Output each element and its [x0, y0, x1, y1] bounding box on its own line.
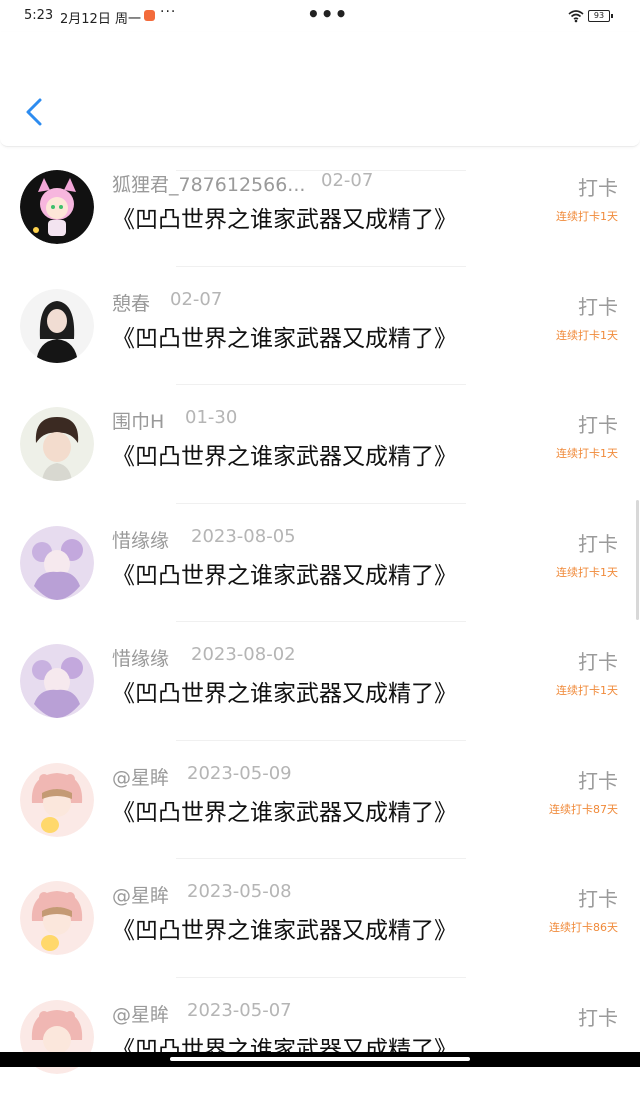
post-date: 2023-05-07: [187, 1000, 292, 1021]
window-handle-dots[interactable]: •••: [307, 2, 348, 26]
checkin-button[interactable]: 打卡: [578, 409, 618, 438]
system-nav-bar: [0, 1052, 640, 1067]
list-item[interactable]: 憩春 02-07 《凹凸世界之谁家武器又成精了》 打卡 连续打卡1天: [0, 267, 640, 386]
post-date: 2023-05-09: [187, 763, 292, 784]
streak-label: 连续打卡1天: [556, 445, 618, 461]
book-title[interactable]: 《凹凸世界之谁家武器又成精了》: [112, 319, 457, 353]
checkin-button[interactable]: 打卡: [578, 1002, 618, 1031]
post-date: 2023-08-05: [191, 526, 296, 547]
streak-label: 连续打卡1天: [556, 564, 618, 580]
back-button[interactable]: [20, 92, 48, 132]
user-name[interactable]: @星眸: [112, 1000, 169, 1027]
book-title[interactable]: 《凹凸世界之谁家武器又成精了》: [112, 793, 457, 827]
battery-icon: 93: [588, 10, 610, 22]
top-header: [0, 32, 640, 147]
user-name[interactable]: @星眸: [112, 763, 169, 790]
list-item[interactable]: 围巾H 01-30 《凹凸世界之谁家武器又成精了》 打卡 连续打卡1天: [0, 385, 640, 504]
status-time: 5:23: [24, 8, 53, 23]
book-title[interactable]: 《凹凸世界之谁家武器又成精了》: [112, 437, 457, 471]
user-name[interactable]: 狐狸君_787612566...: [112, 170, 305, 197]
user-name[interactable]: 惜缘缘: [112, 644, 169, 671]
avatar[interactable]: [20, 526, 94, 600]
checkin-button[interactable]: 打卡: [578, 528, 618, 557]
checkin-list: 狐狸君_787612566... 02-07 《凹凸世界之谁家武器又成精了》 打…: [0, 148, 640, 1096]
checkin-button[interactable]: 打卡: [578, 291, 618, 320]
list-item[interactable]: @星眸 2023-05-08 《凹凸世界之谁家武器又成精了》 打卡 连续打卡86…: [0, 859, 640, 978]
user-name[interactable]: 憩春: [112, 289, 150, 316]
avatar[interactable]: [20, 881, 94, 955]
avatar[interactable]: [20, 763, 94, 837]
checkin-button[interactable]: 打卡: [578, 883, 618, 912]
list-item[interactable]: 惜缘缘 2023-08-05 《凹凸世界之谁家武器又成精了》 打卡 连续打卡1天: [0, 504, 640, 623]
checkin-button[interactable]: 打卡: [578, 646, 618, 675]
status-bar: 5:23 2月12日 周一 ··· ••• 93: [0, 0, 640, 32]
avatar[interactable]: [20, 289, 94, 363]
streak-label: 连续打卡1天: [556, 208, 618, 224]
checkin-button[interactable]: 打卡: [578, 765, 618, 794]
avatar[interactable]: [20, 407, 94, 481]
wifi-icon: [568, 9, 584, 23]
more-notifications-icon: ···: [160, 4, 176, 20]
post-date: 2023-08-02: [191, 644, 296, 665]
book-title[interactable]: 《凹凸世界之谁家武器又成精了》: [112, 200, 457, 234]
post-date: 01-30: [185, 407, 237, 428]
chevron-left-icon: [20, 92, 48, 132]
post-date: 02-07: [170, 289, 222, 310]
book-title[interactable]: 《凹凸世界之谁家武器又成精了》: [112, 674, 457, 708]
user-name[interactable]: 惜缘缘: [112, 526, 169, 553]
streak-label: 连续打卡1天: [556, 327, 618, 343]
streak-label: 连续打卡1天: [556, 682, 618, 698]
scrollbar[interactable]: [636, 500, 639, 620]
streak-label: 连续打卡87天: [549, 801, 618, 817]
avatar[interactable]: [20, 170, 94, 244]
checkin-button[interactable]: 打卡: [578, 172, 618, 201]
list-item[interactable]: @星眸 2023-05-09 《凹凸世界之谁家武器又成精了》 打卡 连续打卡87…: [0, 741, 640, 860]
user-name[interactable]: 围巾H: [112, 407, 164, 434]
avatar[interactable]: [20, 644, 94, 718]
app-notification-icon: [144, 10, 155, 21]
status-date: 2月12日 周一: [60, 8, 141, 27]
home-gesture-bar[interactable]: [170, 1057, 470, 1061]
post-date: 02-07: [321, 170, 373, 191]
book-title[interactable]: 《凹凸世界之谁家武器又成精了》: [112, 556, 457, 590]
list-item[interactable]: 惜缘缘 2023-08-02 《凹凸世界之谁家武器又成精了》 打卡 连续打卡1天: [0, 622, 640, 741]
list-item[interactable]: 狐狸君_787612566... 02-07 《凹凸世界之谁家武器又成精了》 打…: [0, 148, 640, 267]
post-date: 2023-05-08: [187, 881, 292, 902]
book-title[interactable]: 《凹凸世界之谁家武器又成精了》: [112, 911, 457, 945]
user-name[interactable]: @星眸: [112, 881, 169, 908]
list-item[interactable]: @星眸 2023-05-07 《凹凸世界之谁家武器又成精了》 打卡: [0, 978, 640, 1096]
streak-label: 连续打卡86天: [549, 919, 618, 935]
